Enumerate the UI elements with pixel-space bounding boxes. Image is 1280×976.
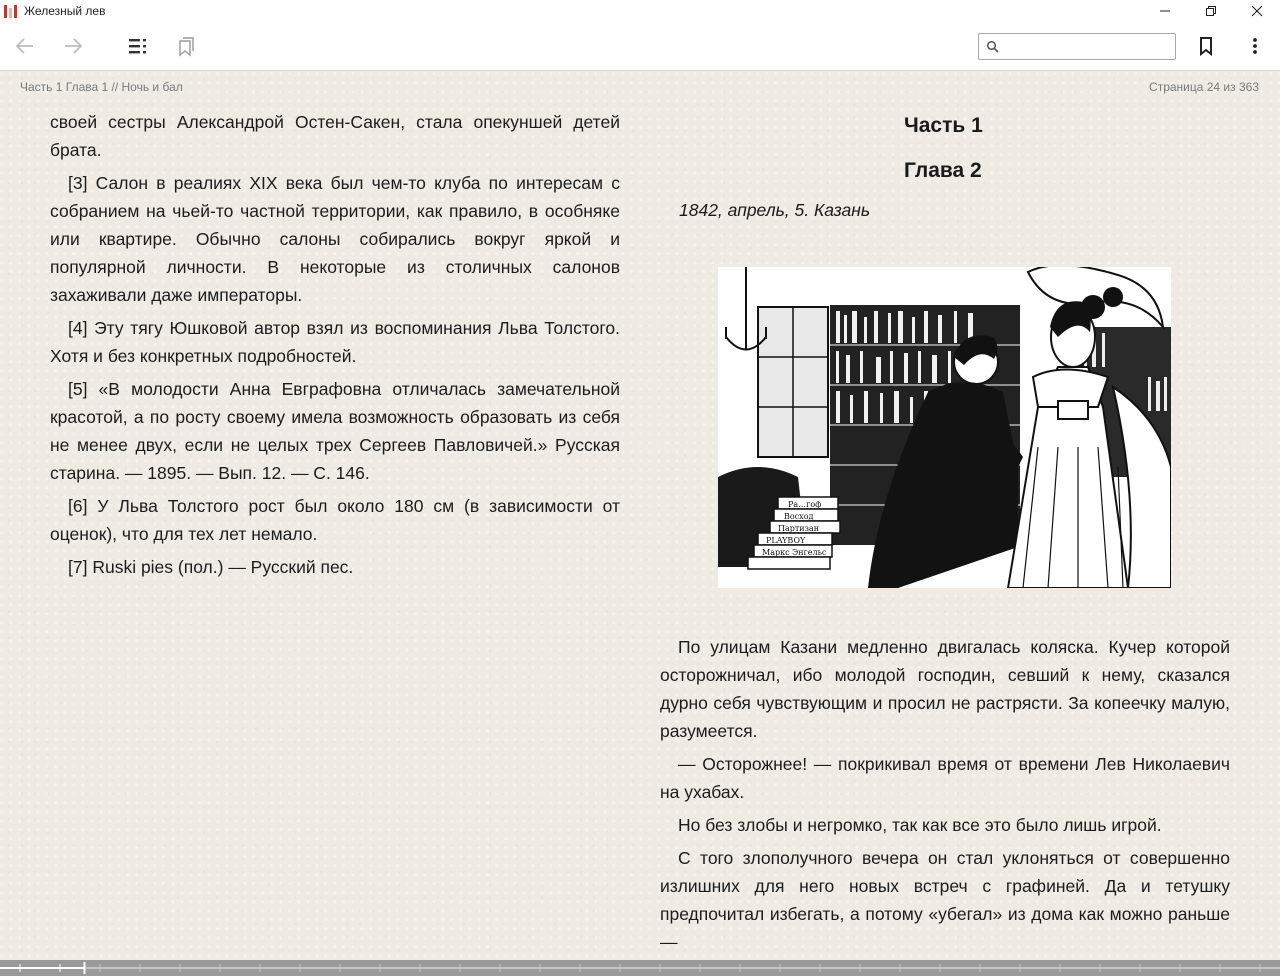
paragraph: Но без злобы и негромко, так как все это…: [678, 815, 1162, 835]
search-box[interactable]: [978, 33, 1176, 60]
more-menu-button[interactable]: [1241, 32, 1269, 60]
page-indicator: Страница 24 из 363: [1149, 80, 1259, 94]
footnote-7: [7] Ruski pies (пол.) — Русский пес.: [68, 557, 354, 577]
chapter-illustration: Ра…гоф Восход Партизан PLAYBOY Маркс Энг…: [718, 267, 1171, 588]
more-vertical-icon: [1253, 38, 1257, 54]
add-bookmark-button[interactable]: [1192, 32, 1220, 60]
search-icon: [986, 40, 999, 53]
chapter-path: Часть 1 Глава 1 // Ночь и бал: [20, 80, 183, 94]
arrow-right-icon: [65, 38, 83, 54]
paragraph: — Осторожнее! — покрикивал время от врем…: [660, 754, 1230, 802]
left-page-text: своей сестры Александрой Остен-Сакен, ст…: [50, 108, 620, 586]
reading-progress-scrubber[interactable]: [0, 960, 1280, 976]
title-bar: Железный лев: [0, 0, 1280, 22]
paragraph: По улицам Казани медленно двигалась коля…: [660, 637, 1230, 741]
paragraph: своей сестры Александрой Остен-Сакен, ст…: [50, 112, 620, 160]
back-button[interactable]: [11, 32, 39, 60]
footnote-5: [5] «В молодости Анна Евграфовна отличал…: [50, 379, 620, 483]
footnote-4: [4] Эту тягу Юшковой автор взял из воспо…: [50, 318, 620, 366]
book-spine: Восход: [784, 512, 814, 521]
close-button[interactable]: [1234, 0, 1280, 22]
restore-icon: [1206, 6, 1216, 16]
book-spine: Ра…гоф: [788, 500, 821, 509]
minimize-icon: [1160, 10, 1170, 12]
restore-button[interactable]: [1188, 0, 1234, 22]
footnote-6: [6] У Льва Толстого рост был около 180 с…: [50, 496, 620, 544]
book-spine: Партизан: [778, 524, 819, 533]
search-input[interactable]: [1005, 36, 1171, 57]
date-line: 1842, апрель, 5. Казань: [679, 200, 871, 220]
close-icon: [1251, 5, 1263, 17]
reading-area[interactable]: Часть 1 Глава 1 // Ночь и бал Страница 2…: [0, 71, 1280, 960]
bookmark-icon: [1200, 37, 1212, 57]
part-heading: Часть 1: [904, 114, 983, 137]
minimize-button[interactable]: [1142, 0, 1188, 22]
bookmarks-icon: [179, 37, 194, 57]
window-title: Железный лев: [24, 4, 106, 18]
reader-toolbar: [0, 22, 1280, 71]
arrow-left-icon: [15, 38, 33, 54]
paragraph: С того злополучного вечера он стал уклон…: [660, 848, 1230, 952]
table-of-contents-button[interactable]: [124, 32, 152, 60]
book-spine: Маркс Энгельс: [762, 548, 827, 557]
book-spine: PLAYBOY: [766, 536, 806, 545]
forward-button[interactable]: [59, 32, 87, 60]
app-book-icon: [4, 4, 18, 18]
window-controls: [1142, 0, 1280, 22]
chapter-heading: Глава 2: [904, 159, 982, 182]
bookmarks-list-button[interactable]: [172, 32, 200, 60]
progress-track: [0, 962, 1280, 974]
footnote-3: [3] Салон в реалиях XIX века был чем-то …: [50, 173, 620, 305]
right-page-text: По улицам Казани медленно двигалась коля…: [660, 633, 1230, 961]
contents-list-icon: [129, 39, 146, 54]
